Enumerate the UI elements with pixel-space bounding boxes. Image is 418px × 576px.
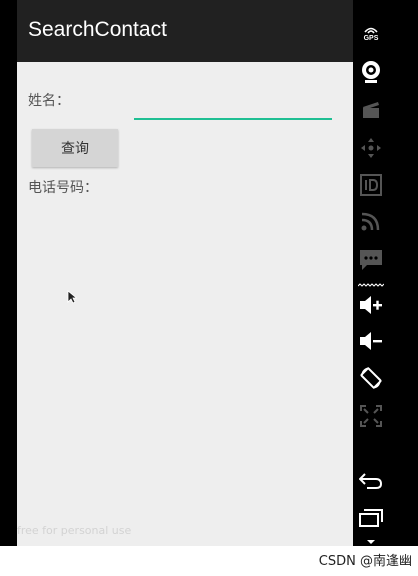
app-title: SearchContact	[28, 18, 167, 41]
screenshot-frame: SearchContact 姓名： 查询 电话号码： free for pers…	[0, 0, 418, 576]
fullscreen-icon[interactable]	[353, 403, 389, 429]
recent-apps-icon[interactable]	[353, 505, 389, 531]
scroll-down-icon[interactable]	[353, 538, 389, 546]
csdn-watermark: CSDN @南逢幽	[318, 554, 412, 569]
app-window: SearchContact 姓名： 查询 电话号码： free for pers…	[17, 0, 353, 546]
volume-down-icon[interactable]	[353, 328, 389, 354]
left-border	[0, 0, 17, 576]
id-icon[interactable]	[353, 172, 389, 198]
bottom-strip: CSDN @南逢幽	[0, 546, 418, 576]
message-icon[interactable]	[353, 246, 389, 274]
clapper-icon[interactable]	[353, 98, 389, 122]
camera-icon[interactable]	[353, 59, 389, 85]
phone-label: 电话号码：	[28, 180, 98, 196]
mouse-cursor-icon	[67, 290, 77, 304]
name-input[interactable]	[134, 92, 332, 120]
back-icon[interactable]	[353, 468, 389, 494]
faint-overlay-text: free for personal use	[17, 524, 132, 537]
name-label: 姓名：	[28, 93, 70, 109]
gps-label: GPS	[363, 35, 379, 42]
rss-icon[interactable]	[353, 208, 389, 234]
volume-up-icon[interactable]	[353, 292, 389, 318]
query-button[interactable]: 查询	[32, 129, 118, 167]
dpad-icon[interactable]	[353, 135, 389, 161]
emulator-side-panel: GPS	[353, 0, 418, 546]
app-bar: SearchContact	[17, 0, 353, 62]
panel-divider	[353, 281, 389, 289]
gps-icon[interactable]: GPS	[353, 22, 389, 46]
rotate-icon[interactable]	[353, 364, 389, 392]
